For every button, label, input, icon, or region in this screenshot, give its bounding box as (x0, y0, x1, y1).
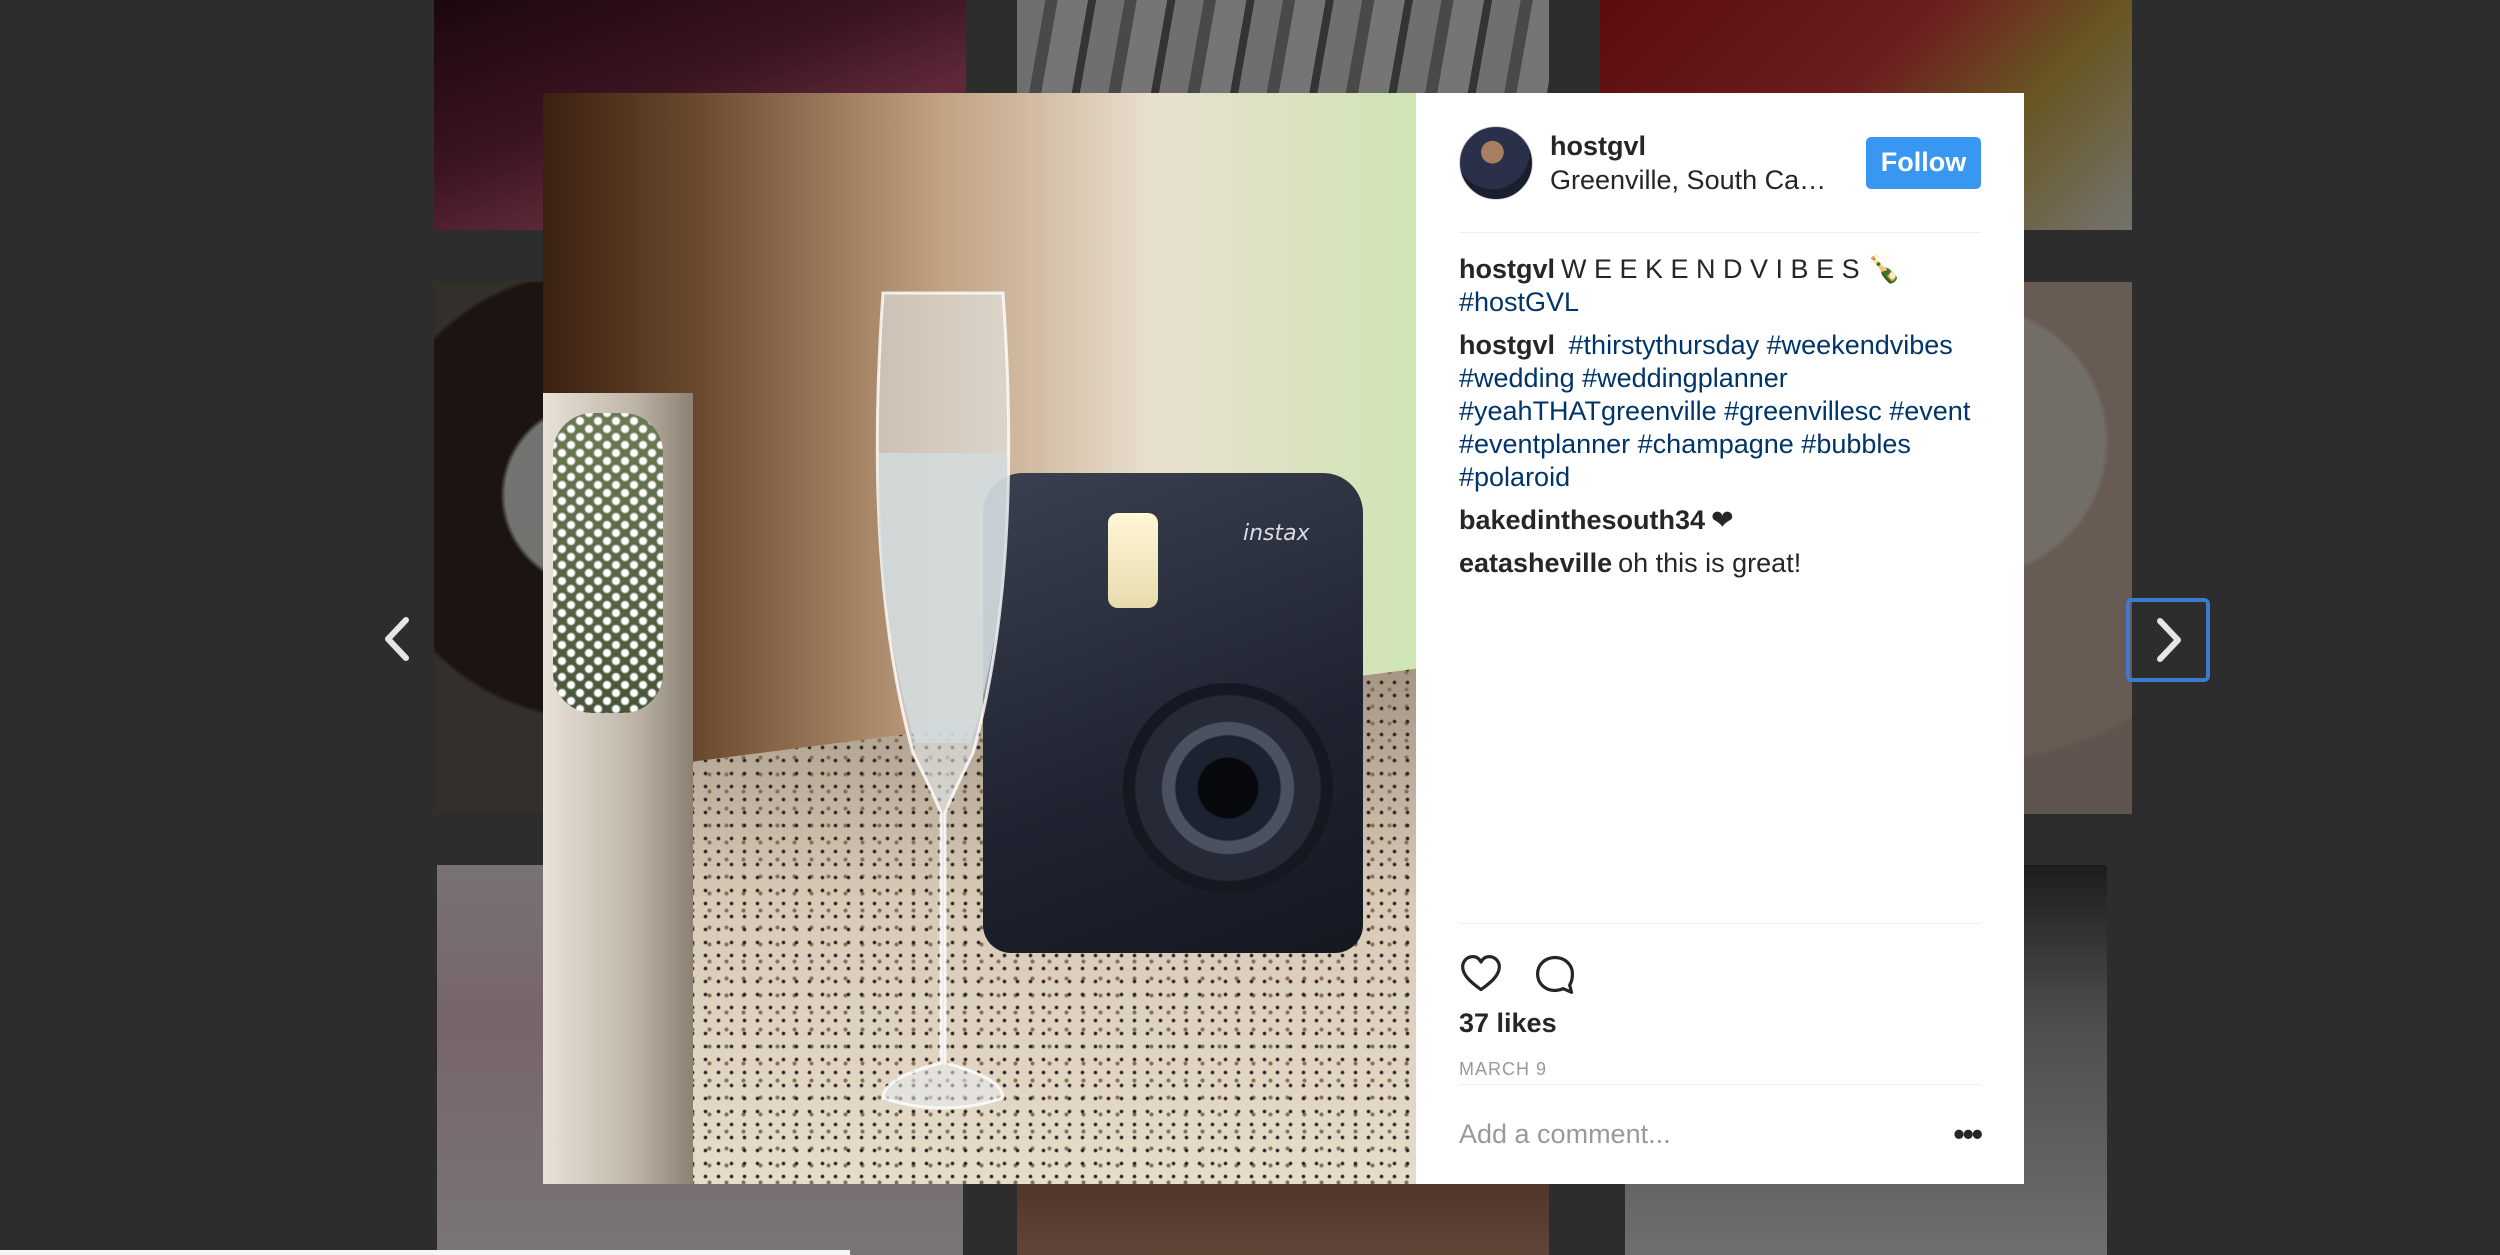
comment-text: ❤ (1711, 505, 1734, 535)
hashtag-link[interactable]: #weddingplanner (1582, 363, 1788, 393)
heart-icon[interactable] (1459, 952, 1503, 996)
champagne-flute (875, 291, 1011, 1110)
next-post-button[interactable] (2126, 598, 2210, 682)
hashtag-link[interactable]: #champagne (1638, 429, 1794, 459)
comment-item: eatasheville oh this is great! (1459, 547, 1981, 580)
comment-author[interactable]: hostgvl (1459, 330, 1555, 360)
location-link[interactable]: Greenville, South Carolina (1550, 163, 1835, 197)
caption-text: W E E K E N D V I B E S 🍾 (1561, 254, 1901, 284)
follow-button[interactable]: Follow (1866, 136, 1981, 189)
hashtag-link[interactable]: #eventplanner (1459, 429, 1630, 459)
post-date: MARCH 9 (1459, 1059, 1548, 1079)
hashtag-link[interactable]: #thirstythursday (1569, 330, 1760, 360)
hashtag-link[interactable]: #greenvillesc (1724, 396, 1882, 426)
likes-count[interactable]: 37 likes (1459, 1008, 1981, 1039)
post-actions: 37 likes MARCH 9 ••• (1459, 923, 1983, 1184)
comment-bubble-icon[interactable] (1533, 952, 1577, 996)
caption: hostgvl W E E K E N D V I B E S 🍾 #hostGV… (1459, 253, 1981, 319)
babys-breath-flowers (553, 413, 663, 713)
hashtag-link[interactable]: #bubbles (1801, 429, 1911, 459)
comment-item: hostgvl #thirstythursday #weekendvibes #… (1459, 329, 1981, 494)
user-block: hostgvl Greenville, South Carolina (1550, 129, 1866, 197)
avatar[interactable] (1459, 125, 1533, 200)
comment-author[interactable]: eatasheville (1459, 548, 1612, 578)
camera-brand-label: instax (1243, 521, 1310, 546)
add-comment-section: ••• (1459, 1084, 1983, 1184)
camera-flash (1108, 513, 1158, 608)
chevron-right-icon (2157, 618, 2181, 662)
more-options-button[interactable]: ••• (1953, 1116, 1983, 1153)
hashtag-link[interactable]: #yeahTHATgreenville (1459, 396, 1717, 426)
scroll-progress-bar (0, 1250, 850, 1255)
post-photo[interactable]: instax (543, 93, 1416, 1184)
comment-item: bakedinthesouth34 ❤ (1459, 504, 1981, 537)
comment-input[interactable] (1459, 1119, 1954, 1150)
comment-author[interactable]: bakedinthesouth34 (1459, 505, 1705, 535)
hashtag-link[interactable]: #hostGVL (1459, 287, 1579, 317)
chevron-left-icon (385, 617, 409, 661)
post-details-panel: hostgvl Greenville, South Carolina Follo… (1416, 93, 2024, 1184)
comment-author[interactable]: hostgvl (1459, 254, 1555, 284)
post-header: hostgvl Greenville, South Carolina Follo… (1459, 93, 1981, 233)
comment-text: oh this is great! (1618, 548, 1802, 578)
previous-post-button[interactable] (372, 612, 424, 666)
hashtag-link[interactable]: #event (1889, 396, 1970, 426)
comments-list: hostgvl W E E K E N D V I B E S 🍾 #hostGV… (1459, 233, 1981, 1014)
hashtag-link[interactable]: #polaroid (1459, 462, 1570, 492)
camera-lens (1123, 683, 1333, 893)
hashtag-link[interactable]: #weekendvibes (1767, 330, 1953, 360)
username-link[interactable]: hostgvl (1550, 129, 1866, 163)
action-icons (1459, 924, 1981, 1004)
hashtag-link[interactable]: #wedding (1459, 363, 1575, 393)
post-modal: instax hostgvl Greenville, South Carolin… (543, 93, 2024, 1184)
